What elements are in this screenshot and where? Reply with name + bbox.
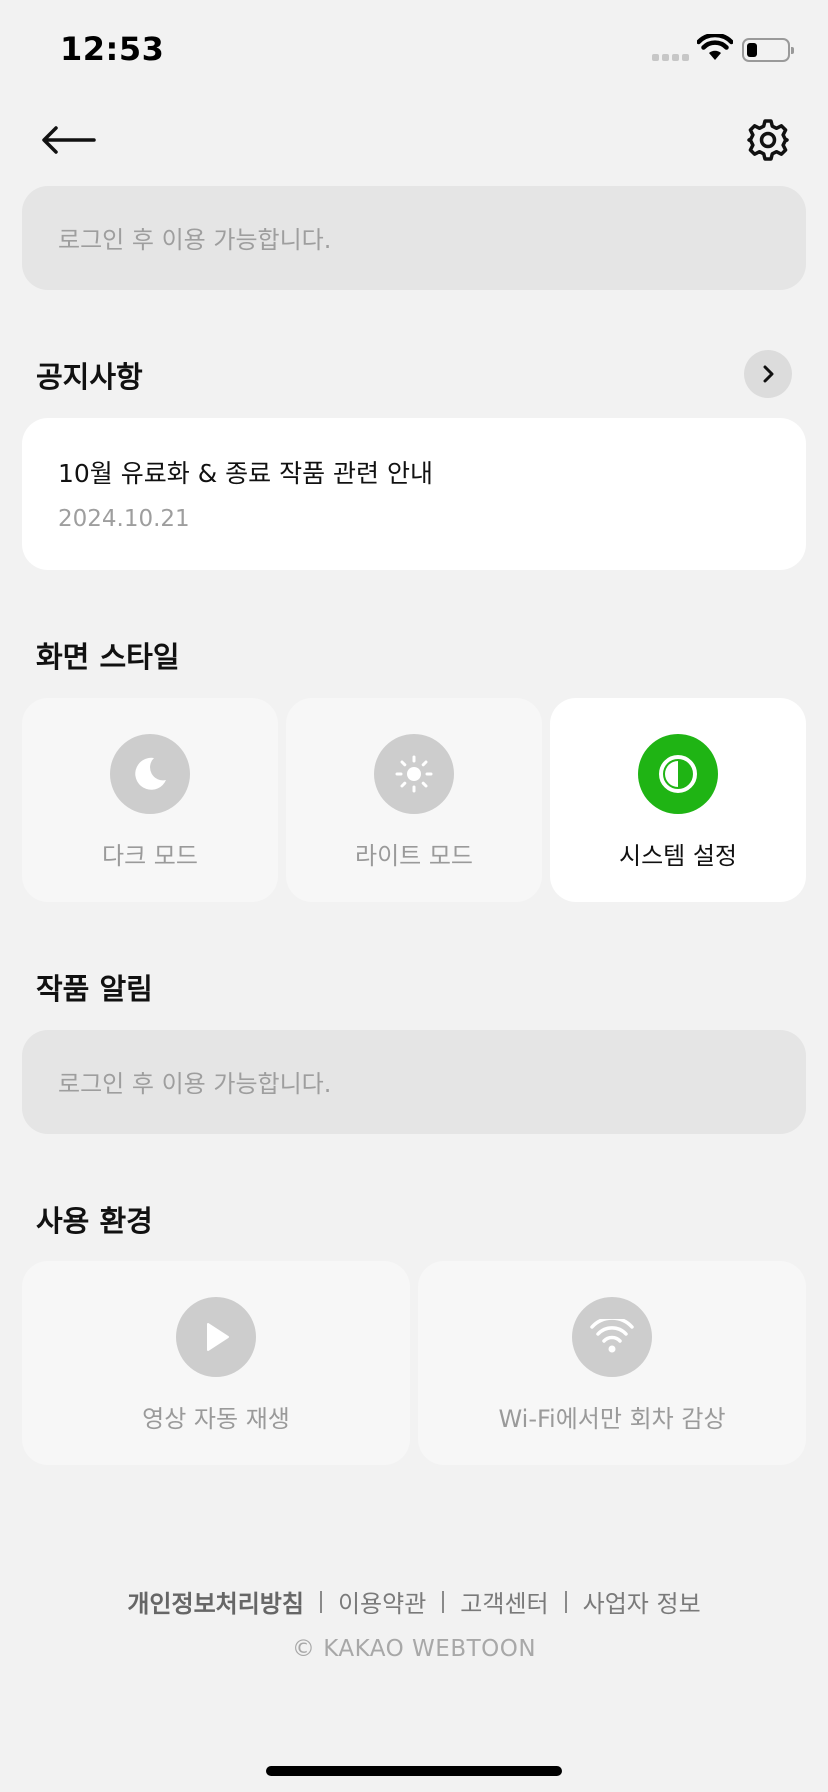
- sun-icon: [395, 755, 433, 793]
- wifi-only-label: Wi-Fi에서만 회차 감상: [498, 1405, 726, 1433]
- copyright: © KAKAO WEBTOON: [291, 1636, 537, 1662]
- light-mode-label: 라이트 모드: [354, 842, 474, 870]
- gear-icon: [747, 119, 789, 161]
- work-alerts-login-text: 로그인 후 이용 가능합니다.: [58, 1070, 332, 1098]
- footer-links: 개인정보처리방침 이용약관 고객센터 사업자 정보: [0, 1584, 828, 1619]
- dark-mode-option[interactable]: 다크 모드: [22, 698, 278, 902]
- system-setting-label: 시스템 설정: [618, 842, 738, 870]
- work-alerts-login-banner: 로그인 후 이용 가능합니다.: [22, 1030, 806, 1134]
- autoplay-video-label: 영상 자동 재생: [142, 1405, 290, 1433]
- business-info-link[interactable]: 사업자 정보: [583, 1584, 701, 1619]
- display-style-title: 화면 스타일: [36, 640, 180, 674]
- footer-divider: [442, 1590, 445, 1613]
- chevron-right-icon: [763, 365, 774, 383]
- settings-button[interactable]: [746, 118, 790, 162]
- usage-env-title: 사용 환경: [36, 1204, 153, 1238]
- play-icon: [207, 1323, 229, 1351]
- wifi-icon: [590, 1319, 634, 1353]
- arrow-left-icon: [42, 126, 96, 154]
- moon-icon: [135, 757, 166, 790]
- settings-screen: 12:53 로그인 후 이용 가능합니다. 공지사항 10월 유료화 & 종료 …: [0, 0, 828, 1792]
- cellular-signal-icon: [652, 54, 689, 61]
- footer-divider: [564, 1590, 567, 1613]
- footer-divider: [319, 1590, 322, 1613]
- notices-title: 공지사항: [36, 360, 143, 394]
- login-required-text: 로그인 후 이용 가능합니다.: [58, 226, 332, 254]
- battery-icon: [742, 38, 794, 62]
- dark-mode-label: 다크 모드: [102, 842, 198, 870]
- wifi-only-option[interactable]: Wi-Fi에서만 회차 감상: [418, 1261, 806, 1465]
- notices-more-button[interactable]: [744, 350, 792, 398]
- notice-title: 10월 유료화 & 종료 작품 관련 안내: [58, 459, 433, 488]
- terms-link[interactable]: 이용약관: [338, 1584, 426, 1619]
- privacy-policy-link[interactable]: 개인정보처리방침: [127, 1584, 304, 1619]
- login-required-banner: 로그인 후 이용 가능합니다.: [22, 186, 806, 290]
- customer-center-link[interactable]: 고객센터: [460, 1584, 548, 1619]
- notice-date: 2024.10.21: [58, 506, 190, 532]
- light-mode-option[interactable]: 라이트 모드: [286, 698, 542, 902]
- work-alerts-title: 작품 알림: [36, 972, 153, 1006]
- autoplay-video-option[interactable]: 영상 자동 재생: [22, 1261, 410, 1465]
- back-button[interactable]: [40, 118, 100, 162]
- wifi-status-icon: [697, 34, 733, 60]
- system-setting-option[interactable]: 시스템 설정: [550, 698, 806, 902]
- home-indicator[interactable]: [266, 1766, 562, 1776]
- notice-card[interactable]: 10월 유료화 & 종료 작품 관련 안내 2024.10.21: [22, 418, 806, 570]
- contrast-icon: [659, 755, 697, 793]
- status-time: 12:53: [60, 30, 165, 68]
